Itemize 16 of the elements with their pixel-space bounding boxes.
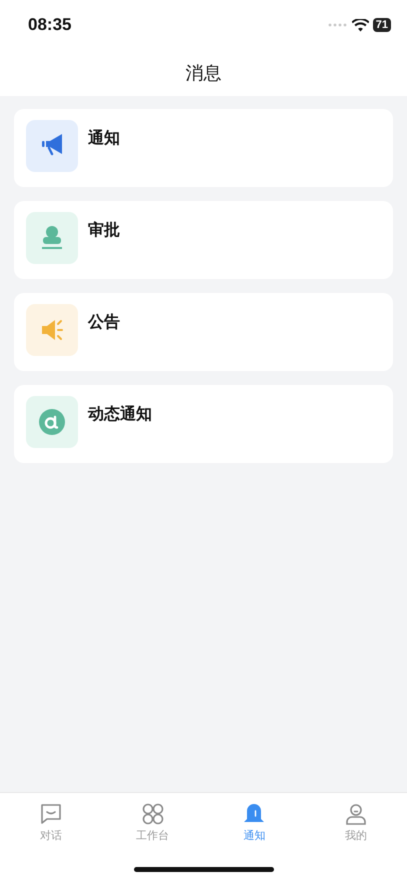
status-time: 08:35 — [28, 14, 72, 36]
category-title: 公告 — [88, 312, 120, 332]
chat-bubble-icon — [38, 802, 63, 826]
category-title: 审批 — [88, 220, 120, 240]
message-category-item[interactable]: 审批 — [14, 201, 393, 279]
category-title: 通知 — [88, 128, 120, 148]
page-title: 消息 — [186, 62, 222, 86]
person-icon — [344, 802, 368, 826]
wifi-icon — [352, 18, 369, 32]
category-title: 动态通知 — [88, 404, 152, 424]
four-circles-icon — [140, 802, 165, 826]
message-category-item[interactable]: 通知 — [14, 109, 393, 187]
battery-level: 71 — [372, 18, 391, 32]
signal-icon — [328, 23, 348, 27]
message-category-item[interactable]: 动态通知 — [14, 385, 393, 463]
message-category-item[interactable]: 公告 — [14, 293, 393, 371]
